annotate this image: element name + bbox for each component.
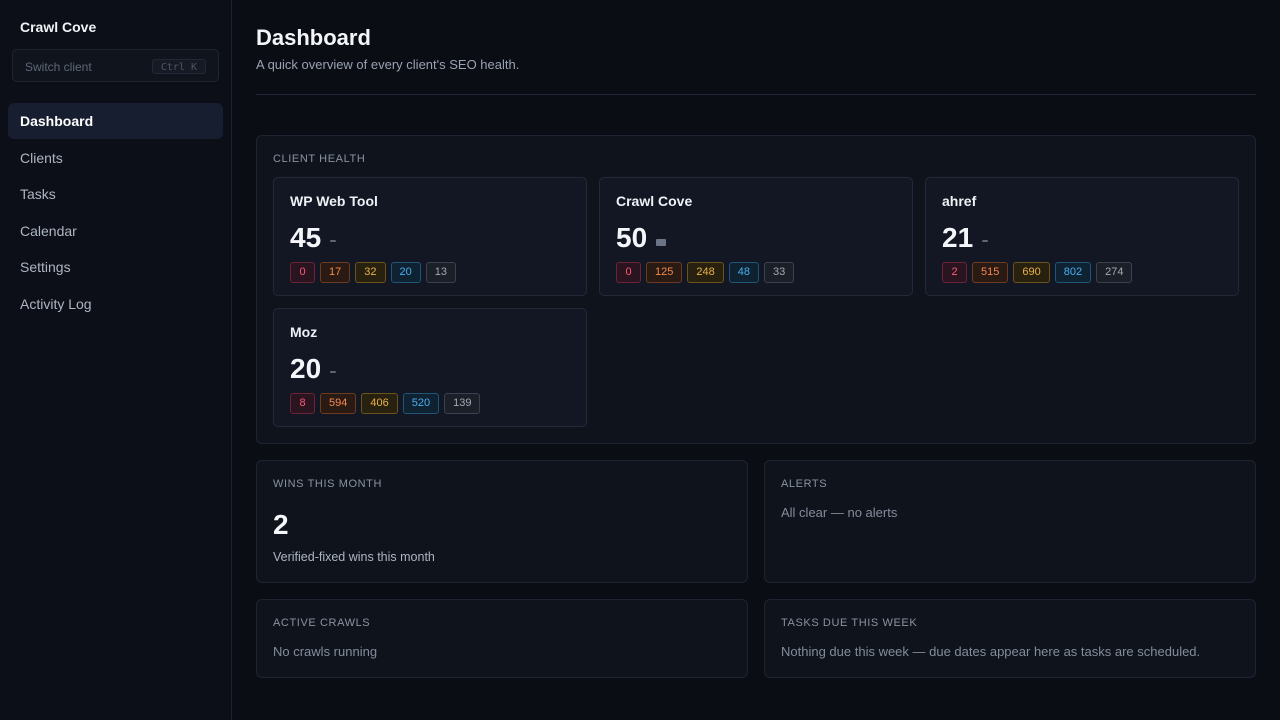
wins-panel: WINS THIS MONTH 2 Verified-fixed wins th… [256,460,748,583]
wins-caption: Verified-fixed wins this month [273,550,435,564]
medium-badge: 248 [687,262,724,283]
client-health-label: CLIENT HEALTH [273,153,366,165]
main-content: Dashboard A quick overview of every clie… [256,0,1256,720]
low-badge: 520 [402,393,440,414]
critical-badge: 0 [616,262,641,283]
sidebar-item-clients[interactable]: Clients [8,140,223,176]
trend-sparkline [656,239,666,246]
issue-badges: 0 125 248 48 33 [616,262,795,283]
sidebar-item-activity-log[interactable]: Activity Log [8,286,223,322]
info-badge: 274 [1096,262,1133,283]
alerts-panel: ALERTS All clear — no alerts [764,460,1256,583]
client-name: ahref [942,193,977,209]
trend-sparkline [330,371,336,373]
client-card[interactable]: ahref 21 2 515 690 802 274 [925,177,1239,296]
info-badge: 33 [763,262,795,283]
issue-badges: 0 17 32 20 13 [290,262,456,283]
medium-badge: 32 [355,262,386,283]
tasks-due-panel: TASKS DUE THIS WEEK Nothing due this wee… [764,599,1256,678]
shortcut-hint: Ctrl K [151,59,206,74]
info-badge: 13 [425,262,456,283]
high-badge: 17 [320,262,351,283]
trend-sparkline [982,240,988,242]
high-badge: 515 [972,262,1009,283]
critical-badge: 0 [290,262,315,283]
info-badge: 139 [444,393,481,414]
sidebar: Crawl Cove Switch client Ctrl K Dashboar… [0,0,232,720]
client-name: Moz [290,324,318,340]
wins-label: WINS THIS MONTH [273,478,383,490]
critical-badge: 8 [290,393,315,414]
brand-name[interactable]: Crawl Cove [20,19,96,35]
client-health-panel: CLIENT HEALTH WP Web Tool 45 0 17 32 20 … [256,135,1256,444]
issue-badges: 2 515 690 802 274 [942,262,1133,283]
sidebar-item-dashboard[interactable]: Dashboard [8,103,223,139]
active-crawls-label: ACTIVE CRAWLS [273,617,371,629]
medium-badge: 406 [361,393,398,414]
client-name: Crawl Cove [616,193,693,209]
tasks-due-label: TASKS DUE THIS WEEK [781,617,918,629]
alerts-empty-text: All clear — no alerts [781,505,898,520]
active-crawls-panel: ACTIVE CRAWLS No crawls running [256,599,748,678]
client-card[interactable]: WP Web Tool 45 0 17 32 20 13 [273,177,587,296]
sidebar-item-settings[interactable]: Settings [8,249,223,285]
low-badge: 20 [390,262,421,283]
active-crawls-empty-text: No crawls running [273,644,378,659]
client-switcher[interactable]: Switch client Ctrl K [12,49,219,82]
alerts-label: ALERTS [781,478,828,490]
tasks-due-empty-text: Nothing due this week — due dates appear… [781,644,1201,659]
page-subtitle: A quick overview of every client's SEO h… [256,57,520,72]
wins-count: 2 [273,509,289,540]
header-divider [256,94,1256,95]
sidebar-item-calendar[interactable]: Calendar [8,213,223,249]
client-name: WP Web Tool [290,193,378,209]
high-badge: 125 [646,262,683,283]
sidebar-item-tasks[interactable]: Tasks [8,176,223,212]
issue-badges: 8 594 406 520 139 [290,393,481,414]
trend-sparkline [330,240,336,242]
high-badge: 594 [320,393,357,414]
client-switcher-placeholder: Switch client [25,60,92,74]
sidebar-nav: Dashboard Clients Tasks Calendar Setting… [8,103,223,323]
low-badge: 802 [1054,262,1092,283]
critical-badge: 2 [942,262,967,283]
health-score: 50 [616,222,648,253]
low-badge: 48 [728,262,759,283]
client-card[interactable]: Crawl Cove 50 0 125 248 48 33 [599,177,913,296]
health-score: 20 [290,353,322,384]
medium-badge: 690 [1013,262,1050,283]
health-score: 45 [290,222,322,253]
client-card[interactable]: Moz 20 8 594 406 520 139 [273,308,587,427]
health-score: 21 [942,222,974,253]
page-title: Dashboard [256,25,371,50]
